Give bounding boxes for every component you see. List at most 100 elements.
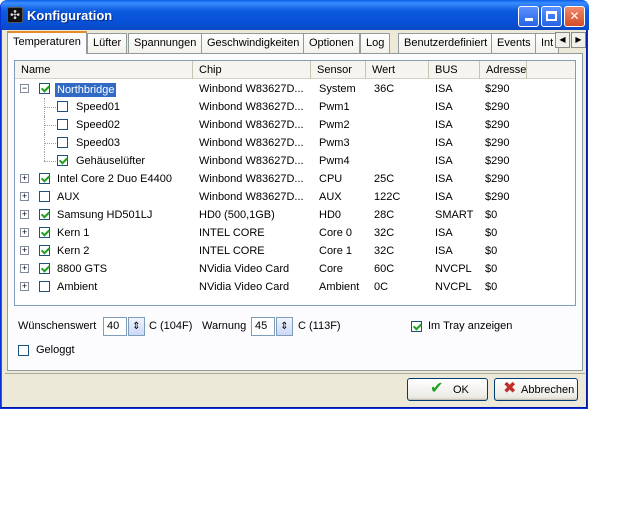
row-adresse: $290 [485, 137, 510, 149]
tab-benutzerdefiniert[interactable]: Benutzerdefiniert [398, 33, 494, 53]
collapse-icon[interactable]: − [20, 84, 29, 93]
geloggt-checkbox[interactable] [18, 345, 29, 356]
row-bus: ISA [435, 227, 453, 239]
row-adresse: $0 [485, 263, 498, 275]
row-wert: 60C [374, 263, 395, 275]
row-wert: 25C [374, 173, 395, 185]
row-wert: 36C [374, 83, 395, 95]
row-checkbox[interactable] [39, 209, 50, 220]
expand-icon[interactable]: + [20, 246, 29, 255]
table-row[interactable]: +8800 GTS NVidia Video Card Core 60C NVCPL $0 [15, 260, 575, 278]
row-wert: 0C [374, 281, 389, 293]
row-chip: NVidia Video Card [199, 263, 290, 275]
column-header-name[interactable]: Name [15, 61, 193, 79]
separator [5, 373, 585, 374]
maximize-button[interactable] [541, 6, 562, 27]
column-header-sensor[interactable]: Sensor [311, 61, 366, 79]
row-chip: INTEL CORE [199, 227, 265, 239]
table-row[interactable]: Speed02 Winbond W83627D... Pwm2 ISA $290 [15, 116, 575, 134]
threshold-row: Wünschenswert 40 ⇕ C (104F) Warnung 45 ⇕… [18, 317, 578, 337]
table-row[interactable]: + Kern 1 INTEL CORE Core 0 32C ISA $0 [15, 224, 575, 242]
row-bus: ISA [435, 191, 453, 203]
table-row[interactable]: + Ambient NVidia Video Card Ambient 0C NVCPL $… [15, 278, 575, 296]
warnung-input[interactable]: 45 [251, 317, 275, 336]
tree-line [44, 152, 45, 161]
column-header-wert[interactable]: Wert [366, 61, 429, 79]
wunschwert-spinner[interactable]: ⇕ [128, 317, 145, 336]
warnung-spinner[interactable]: ⇕ [276, 317, 293, 336]
tab-scroll-left-button[interactable]: ◀ [555, 32, 570, 48]
row-checkbox[interactable] [39, 191, 50, 202]
row-checkbox[interactable] [39, 173, 50, 184]
maximize-icon [546, 11, 557, 21]
tab-spannungen[interactable]: Spannungen [128, 33, 203, 53]
column-header-adresse[interactable]: Adresse [480, 61, 527, 79]
expand-icon[interactable]: + [20, 210, 29, 219]
column-header-bus[interactable]: BUS [429, 61, 480, 79]
row-sensor: Pwm3 [319, 137, 350, 149]
row-checkbox[interactable] [57, 155, 68, 166]
table-row[interactable]: + Kern 2 INTEL CORE Core 1 32C ISA $0 [15, 242, 575, 260]
row-checkbox[interactable] [39, 227, 50, 238]
row-checkbox[interactable] [39, 83, 50, 94]
table-row[interactable]: + Intel Core 2 Duo E4400 Winbond W83627D..… [15, 170, 575, 188]
row-chip: Winbond W83627D... [199, 83, 304, 95]
expand-icon[interactable]: + [20, 228, 29, 237]
row-adresse: $0 [485, 281, 498, 293]
warnung-label: Warnung [202, 320, 247, 332]
table-row[interactable]: + Samsung HD501LJ HD0 (500,1GB) HD0 28C SMART… [15, 206, 575, 224]
row-checkbox[interactable] [57, 137, 68, 148]
ok-button[interactable]: ✔ OK [407, 378, 488, 401]
table-row[interactable]: Speed03 Winbond W83627D... Pwm3 ISA $290 [15, 134, 575, 152]
row-name: Ambient [57, 281, 98, 293]
spin-arrows-icon: ⇕ [132, 321, 141, 332]
minimize-button[interactable] [518, 6, 539, 27]
tab-temperaturen[interactable]: Temperaturen [7, 31, 87, 54]
tab-geschwindigkeiten[interactable]: Geschwindigkeiten [201, 33, 306, 53]
expand-icon[interactable]: + [20, 174, 29, 183]
tab-strip: Temperaturen Lüfter Spannungen Geschwind… [7, 31, 586, 54]
tray-checkbox[interactable] [411, 321, 422, 332]
close-button[interactable]: ✕ [564, 6, 585, 27]
row-checkbox[interactable] [57, 101, 68, 112]
tab-optionen[interactable]: Optionen [303, 33, 360, 53]
column-header-chip[interactable]: Chip [193, 61, 311, 79]
row-name: Samsung HD501LJ [57, 209, 153, 221]
arrow-left-icon: ◀ [559, 35, 566, 44]
table-row[interactable]: + AUX Winbond W83627D... AUX 122C ISA $290 [15, 188, 575, 206]
row-checkbox[interactable] [39, 245, 50, 256]
cancel-label: Abbrechen [521, 384, 575, 396]
row-adresse: $0 [485, 209, 498, 221]
wunschwert-input[interactable]: 40 [103, 317, 127, 336]
row-chip: Winbond W83627D... [199, 155, 304, 167]
cancel-button[interactable]: ✖ Abbrechen [494, 378, 578, 401]
wunschwert-unit: C (104F) [149, 320, 193, 332]
row-bus: ISA [435, 83, 453, 95]
row-sensor: System [319, 83, 356, 95]
expand-icon[interactable]: + [20, 264, 29, 273]
row-checkbox[interactable] [57, 119, 68, 130]
tab-log[interactable]: Log [360, 33, 391, 53]
expand-icon[interactable]: + [20, 192, 29, 201]
row-wert: 122C [374, 191, 401, 203]
row-bus: ISA [435, 137, 453, 149]
expand-icon[interactable]: + [20, 282, 29, 291]
row-adresse: $290 [485, 191, 510, 203]
tab-luefter[interactable]: Lüfter [87, 33, 128, 53]
tab-events[interactable]: Events [491, 33, 537, 53]
table-row[interactable]: Speed01 Winbond W83627D... Pwm1 ISA $290 [15, 98, 575, 116]
tab-scroll-right-button[interactable]: ▶ [571, 32, 586, 48]
close-icon: ✕ [569, 9, 580, 23]
row-bus: ISA [435, 101, 453, 113]
table-row[interactable]: Gehäuselüfter Winbond W83627D... Pwm4 ISA $2… [15, 152, 575, 170]
row-sensor: Pwm1 [319, 101, 350, 113]
geloggt-label: Geloggt [36, 344, 75, 356]
minimize-icon [524, 18, 533, 21]
row-bus: ISA [435, 155, 453, 167]
table-row[interactable]: − Northbridge Winbond W83627D... System 36C I… [15, 80, 575, 98]
row-chip: Winbond W83627D... [199, 173, 304, 185]
sensor-tree-list[interactable]: Name Chip Sensor Wert BUS Adresse − North… [14, 60, 576, 306]
row-checkbox[interactable] [39, 263, 50, 274]
row-checkbox[interactable] [39, 281, 50, 292]
title-bar[interactable]: ✣ Konfiguration ✕ [1, 0, 589, 30]
